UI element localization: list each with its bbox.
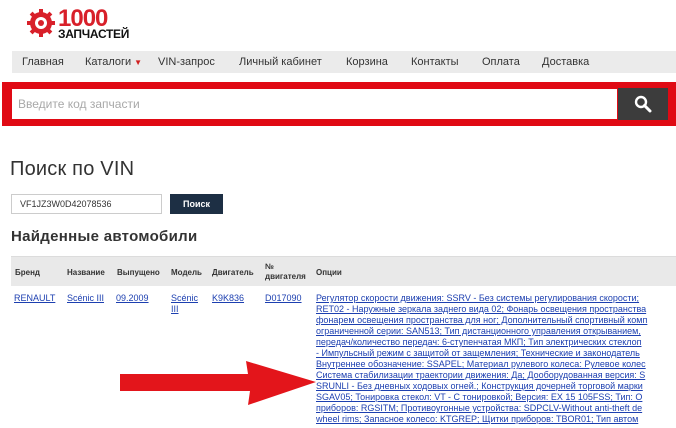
option-line[interactable]: Система стабилизации траектории движения… [316, 370, 645, 381]
option-line[interactable]: передач/количество передач: 6-ступенчата… [316, 337, 642, 348]
option-line[interactable]: Внутреннее обозначение: SSAPEL; Материал… [316, 359, 646, 370]
option-line[interactable]: RET02 - Наружные зеркала заднего вида 02… [316, 304, 646, 315]
option-line[interactable]: приборов: RGSITM; Противоугонные устройс… [316, 403, 642, 414]
option-line[interactable]: фонарем освещения пространства для ног; … [316, 315, 647, 326]
option-line[interactable]: ограниченной серии: SAN513; Тип дистанци… [316, 326, 641, 337]
option-line[interactable]: SRUNLI - Без дневных ходовых огней.; Кон… [316, 381, 643, 392]
red-arrow-icon [120, 361, 316, 405]
option-line[interactable]: Регулятор скорости движения: SSRV - Без … [316, 293, 639, 304]
option-line[interactable]: SGAV05; Тонировка стекол: VT - С тониров… [316, 392, 642, 403]
cell-options: Регулятор скорости движения: SSRV - Без … [0, 0, 676, 428]
option-line[interactable]: wheel rims; Запасное колесо: KTGREP; Щит… [316, 414, 638, 425]
option-line[interactable]: - Импульсный режим с защитой от защемлен… [316, 348, 640, 359]
